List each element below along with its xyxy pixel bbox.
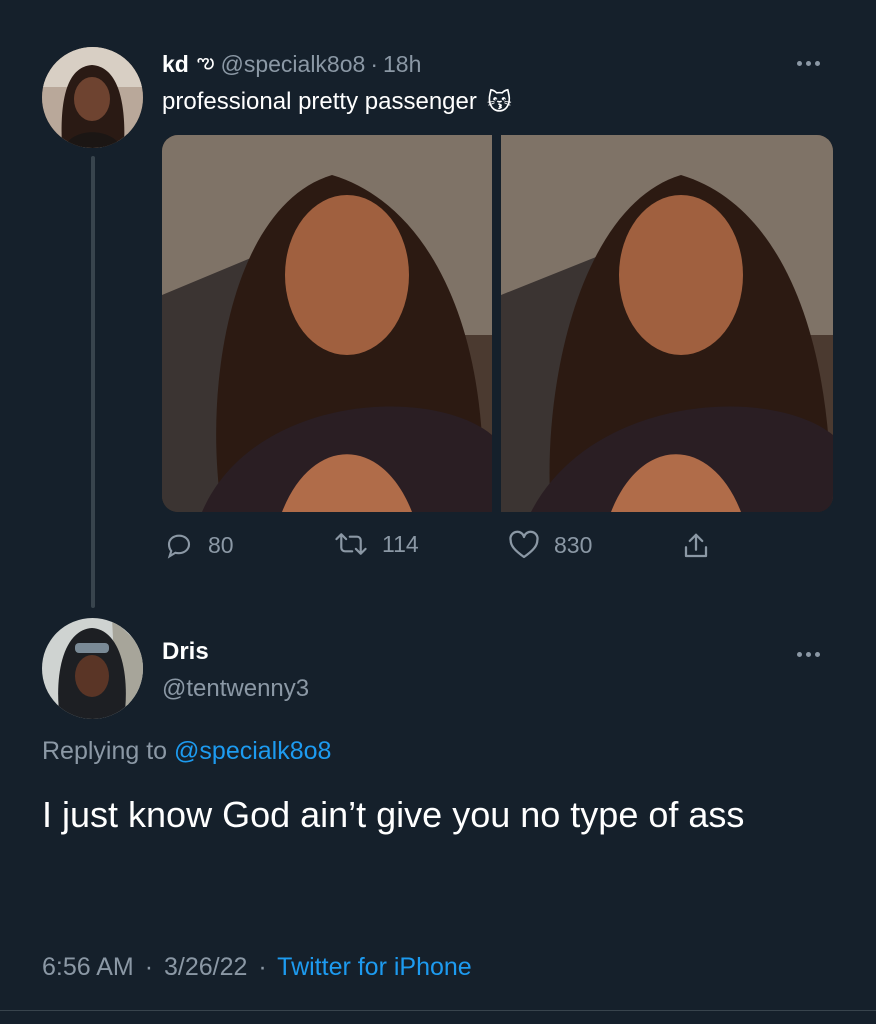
avatar-dris[interactable] <box>42 618 143 719</box>
meta-separator: · <box>258 953 267 981</box>
reply-date: 3/26/22 <box>163 953 248 981</box>
reply-meta: 6:56 AM · 3/26/22 · Twitter for iPhone <box>42 953 472 982</box>
separator: · <box>370 50 378 77</box>
photo-1[interactable] <box>162 135 492 512</box>
reply-icon <box>167 534 191 559</box>
tweet-text-content: professional pretty passenger <box>162 88 477 115</box>
display-name[interactable]: kd <box>162 51 189 78</box>
reply-text: I just know God ain’t give you no type o… <box>42 794 745 835</box>
retweet-icon <box>335 533 367 555</box>
reply-display-name[interactable]: Dris <box>162 638 209 666</box>
share-action[interactable] <box>681 530 711 562</box>
tweet-header: kd ఌ @specialk8o8 · 18h <box>162 48 421 80</box>
thread-line <box>91 156 95 608</box>
retweet-count: 114 <box>382 530 419 557</box>
retweet-action[interactable]: 114 <box>334 530 419 558</box>
replying-to-handle[interactable]: @specialk8o8 <box>174 737 331 765</box>
more-icon[interactable] <box>797 61 820 66</box>
reply-time: 6:56 AM <box>42 953 134 981</box>
timestamp[interactable]: 18h <box>383 51 421 78</box>
like-action[interactable]: 830 <box>508 530 592 560</box>
reply-action[interactable]: 80 <box>164 530 234 560</box>
reply-count: 80 <box>208 531 234 558</box>
name-symbol: ఌ <box>196 50 215 73</box>
emoji: 😽 <box>486 88 512 116</box>
replying-to-prefix: Replying to <box>42 737 168 765</box>
divider <box>0 1010 876 1011</box>
like-count: 830 <box>554 531 593 558</box>
share-icon <box>684 533 708 558</box>
tweet-text: professional pretty passenger 😽 <box>162 85 512 119</box>
reply-handle[interactable]: @tentwenny3 <box>162 675 309 703</box>
more-icon[interactable] <box>797 652 820 657</box>
like-icon <box>509 530 539 559</box>
handle[interactable]: @specialk8o8 <box>220 51 365 78</box>
reply-source[interactable]: Twitter for iPhone <box>277 953 472 981</box>
avatar-kd[interactable] <box>42 47 143 148</box>
photo-2[interactable] <box>501 135 833 512</box>
meta-separator: · <box>144 953 154 981</box>
replying-to: Replying to @specialk8o8 <box>42 737 331 766</box>
